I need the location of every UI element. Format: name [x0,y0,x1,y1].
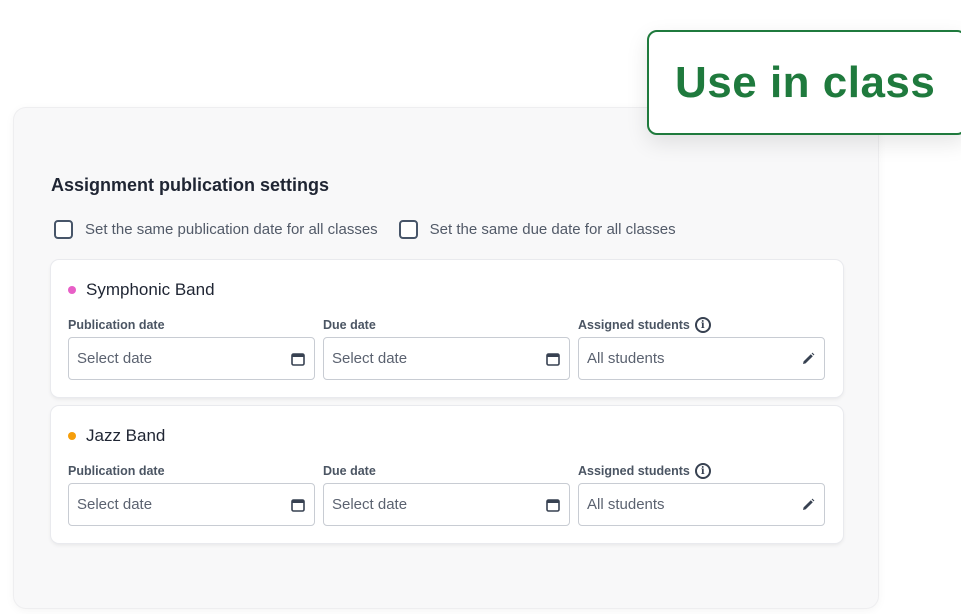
assigned-students-label-row: Assigned students i [578,463,825,479]
info-icon[interactable]: i [694,317,711,333]
due-date-placeholder: Select date [332,350,408,367]
publication-date-label: Publication date [68,318,165,332]
due-date-label: Due date [323,464,376,478]
due-date-label: Due date [323,318,376,332]
calendar-icon[interactable] [546,352,560,366]
publication-date-placeholder: Select date [77,496,153,513]
info-icon[interactable]: i [694,463,711,479]
class-color-dot [68,286,76,294]
calendar-icon[interactable] [291,498,305,512]
same-due-date-label: Set the same due date for all classes [429,221,676,238]
due-date-field: Due date Select date [323,317,570,380]
publication-date-label: Publication date [68,464,165,478]
class-name: Jazz Band [68,426,165,446]
assigned-students-label: Assigned students [578,318,690,332]
due-date-field: Due date Select date [323,463,570,526]
checkbox-box[interactable] [398,220,418,239]
bulk-date-options: Set the same publication date for all cl… [54,220,676,239]
due-date-placeholder: Select date [332,496,408,513]
checkbox-box[interactable] [54,220,73,239]
class-name-label: Jazz Band [86,426,166,445]
publication-date-input[interactable]: Select date [68,483,315,526]
assigned-students-value: All students [587,496,665,513]
same-due-date-checkbox[interactable]: Set the same due date for all classes [398,220,676,239]
pencil-icon[interactable] [801,498,815,512]
assigned-students-field: Assigned students i All students [578,463,825,526]
assigned-students-label: Assigned students [578,464,690,478]
due-date-input[interactable]: Select date [323,483,570,526]
publication-date-field: Publication date Select date [68,317,315,380]
class-card-symphonic-band: Symphonic Band Publication date Select d… [51,260,843,397]
class-card-jazz-band: Jazz Band Publication date Select date D… [51,406,843,543]
class-name: Symphonic Band [68,280,215,300]
due-date-input[interactable]: Select date [323,337,570,380]
assigned-students-value: All students [587,350,665,367]
assigned-students-field: Assigned students i All students [578,317,825,380]
pencil-icon[interactable] [801,352,815,366]
calendar-icon[interactable] [546,498,560,512]
calendar-icon[interactable] [291,352,305,366]
same-publication-date-checkbox[interactable]: Set the same publication date for all cl… [54,220,378,239]
publication-date-input[interactable]: Select date [68,337,315,380]
use-in-class-button[interactable]: Use in class [647,30,961,135]
assigned-students-input[interactable]: All students [578,337,825,380]
publication-date-placeholder: Select date [77,350,153,367]
assigned-students-input[interactable]: All students [578,483,825,526]
class-color-dot [68,432,76,440]
assigned-students-label-row: Assigned students i [578,317,825,333]
section-title: Assignment publication settings [51,175,330,195]
publication-date-field: Publication date Select date [68,463,315,526]
class-name-label: Symphonic Band [86,280,215,299]
same-publication-date-label: Set the same publication date for all cl… [85,221,378,238]
